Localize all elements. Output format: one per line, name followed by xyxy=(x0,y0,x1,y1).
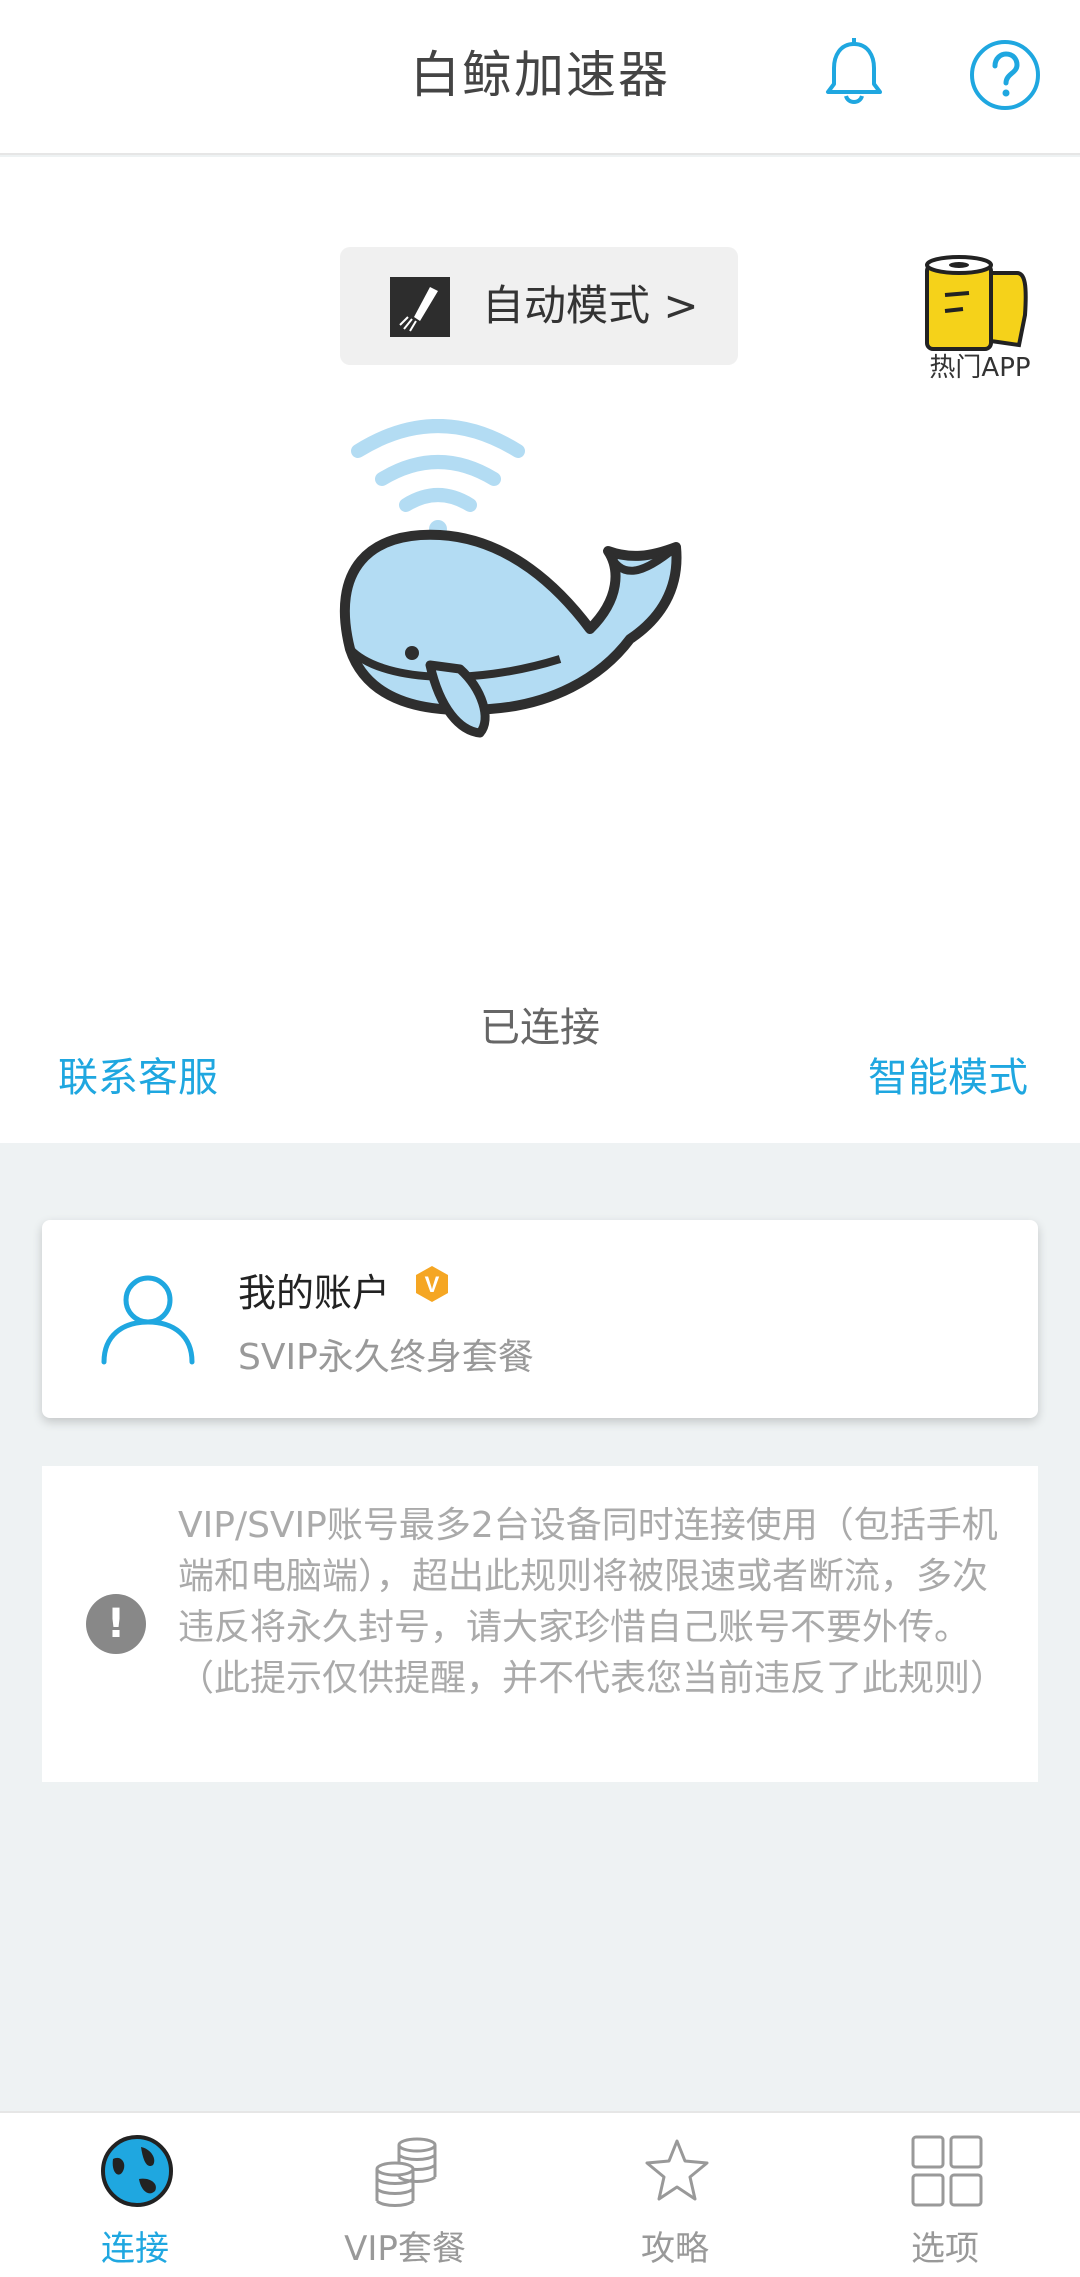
tab-label: VIP套餐 xyxy=(344,2229,466,2269)
tab-label: 连接 xyxy=(101,2229,169,2269)
mode-label: 自动模式 > xyxy=(482,281,699,330)
globe-icon xyxy=(101,2135,173,2207)
tab-guides[interactable]: 攻略 xyxy=(540,2113,810,2277)
coins-icon xyxy=(375,2137,437,2207)
grid-icon xyxy=(911,2135,983,2207)
rocket-icon xyxy=(390,277,450,337)
account-card[interactable]: 我的账户 V SVIP永久终身套餐 xyxy=(42,1220,1038,1418)
vip-badge-letter: V xyxy=(425,1272,440,1297)
hot-app-label: 热门APP xyxy=(929,353,1031,383)
bell-icon[interactable] xyxy=(822,38,886,108)
tab-vip-plans[interactable]: VIP套餐 xyxy=(270,2113,540,2277)
device-limit-notice: ! VIP/SVIP账号最多2台设备同时连接使用（包括手机端和电脑端），超出此规… xyxy=(42,1466,1038,1782)
whale-mascot-icon[interactable] xyxy=(320,419,760,789)
app-title: 白鲸加速器 xyxy=(410,46,670,104)
app-header: 白鲸加速器 xyxy=(0,0,1080,155)
contact-support-link[interactable]: 联系客服 xyxy=(58,1045,218,1103)
help-icon[interactable] xyxy=(968,38,1042,112)
user-icon xyxy=(101,1275,195,1365)
mode-selector-button[interactable]: 自动模式 > xyxy=(340,247,738,365)
tab-options[interactable]: 选项 xyxy=(810,2113,1080,2277)
notice-text: VIP/SVIP账号最多2台设备同时连接使用（包括手机端和电脑端），超出此规则将… xyxy=(178,1505,1007,1699)
warning-icon: ! xyxy=(86,1594,146,1654)
tab-label: 攻略 xyxy=(641,2229,709,2269)
tab-connect[interactable]: 连接 xyxy=(0,2113,270,2277)
tab-label: 选项 xyxy=(911,2229,979,2269)
account-plan: SVIP永久终身套餐 xyxy=(238,1337,534,1378)
account-title: 我的账户 xyxy=(238,1271,391,1315)
smart-mode-link[interactable]: 智能模式 xyxy=(868,1045,1028,1103)
star-icon xyxy=(645,2139,709,2201)
bottom-tab-bar: 连接 VIP套餐 攻略 选项 xyxy=(0,2111,1080,2277)
vip-badge-icon: V xyxy=(416,1266,448,1302)
connection-panel: 自动模式 > 热门APP 已连接 联系客服 智能模式 xyxy=(0,157,1080,1143)
